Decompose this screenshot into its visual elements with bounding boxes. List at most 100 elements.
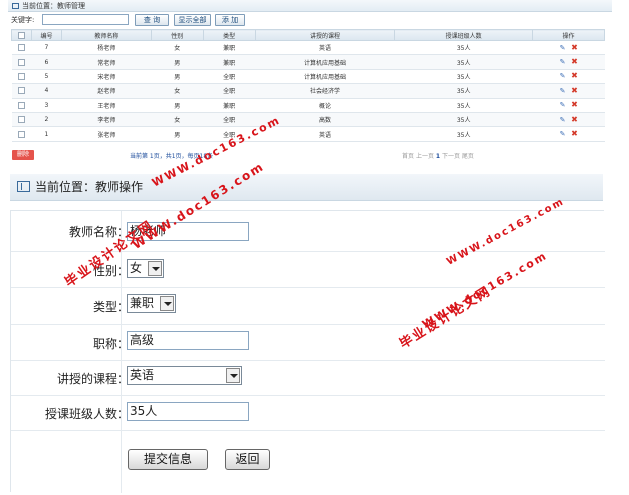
edit-pencil-icon[interactable]: ✎ [559,130,567,138]
row-select-cell [11,40,32,56]
cell-id: 7 [31,40,62,56]
cell-type: 兼职 [203,54,256,70]
cell-gender: 女 [151,83,204,99]
row-checkbox[interactable] [17,58,25,66]
pager-prev[interactable]: 上一页 [416,153,434,160]
cell-actions: ✎ ✖ [532,83,605,99]
chevron-down-icon[interactable] [148,261,162,276]
table-row: 4 赵老师女全职 社会经济学 35人 ✎ ✖ [11,83,605,99]
type-label: 类型： [92,300,129,314]
col-header: 类型 [202,29,256,41]
form-row-type: 类型： 兼职 [11,288,605,325]
cell-name: 李老师 [61,112,152,128]
row-checkbox[interactable] [17,72,25,80]
table-row: 7 杨老师女兼职 英语 35人 ✎ ✖ [11,40,605,56]
row-checkbox[interactable] [17,87,25,95]
row-checkbox[interactable] [17,101,25,109]
row-checkbox[interactable] [17,130,25,138]
cell-actions: ✎ ✖ [532,40,605,56]
type-value: 兼职 [130,296,155,310]
edit-pencil-icon[interactable]: ✎ [559,101,567,109]
teacher-table: 编号 教师名称 性别 类型 讲授的课程 授课班级人数 操作 7 杨老师女兼职 英语 3… [11,29,605,142]
cell-type: 全职 [203,83,256,99]
breadcrumb-icon [17,181,30,192]
course-label: 讲授的课程： [56,372,129,386]
row-checkbox[interactable] [17,116,25,124]
edit-pencil-icon[interactable]: ✎ [559,116,567,124]
class-count-input[interactable]: 35人 [127,402,249,421]
row-select-cell [11,54,32,70]
cell-gender: 男 [151,98,204,113]
delete-x-icon[interactable]: ✖ [571,130,579,138]
form-row-course: 讲授的课程： 英语 [11,361,605,396]
delete-x-icon[interactable]: ✖ [571,43,579,52]
row-checkbox[interactable] [17,44,25,52]
table-row: 5 宋老师男全职 计算机应用基础 35人 ✎ ✖ [11,69,605,85]
col-header: 操作 [532,29,605,41]
col-header: 讲授的课程 [254,29,396,41]
cell-gender: 女 [151,112,204,128]
cell-gender: 男 [151,54,204,70]
cell-type: 全职 [203,112,256,128]
submit-button[interactable]: 提交信息 [128,449,208,470]
course-value: 英语 [130,368,155,382]
cell-course: 计算机应用基础 [255,69,395,85]
cell-gender: 男 [151,69,204,85]
cell-count: 35人 [394,126,533,142]
gender-select[interactable]: 女 [127,259,164,278]
delete-x-icon[interactable]: ✖ [571,115,579,124]
title-input[interactable]: 高级 [127,331,249,350]
title-label: 职称： [92,337,129,351]
cell-name: 赵老师 [61,83,152,99]
table-row: 1 张老师男全职 英语 35人 ✎ ✖ [11,126,605,142]
course-select[interactable]: 英语 [127,366,242,385]
cell-gender: 男 [151,126,204,142]
col-header: 授课班级人数 [394,29,534,41]
type-select[interactable]: 兼职 [127,294,176,313]
cell-course: 概论 [255,98,395,113]
breadcrumb-text: 当前位置：教师管理 [22,2,85,10]
show-all-button[interactable]: 显示全部 [174,14,211,26]
delete-x-icon[interactable]: ✖ [571,86,579,95]
col-header: 编号 [30,29,62,41]
chevron-down-icon[interactable] [226,368,240,383]
col-header: 性别 [150,29,204,41]
delete-x-icon[interactable]: ✖ [571,58,579,66]
keyword-input[interactable] [42,14,129,25]
edit-pencil-icon[interactable]: ✎ [559,44,567,52]
table-row: 6 常老师男兼职 计算机应用基础 35人 ✎ ✖ [11,54,605,70]
back-button[interactable]: 返回 [225,449,270,470]
cell-type: 全职 [203,69,256,85]
cell-type: 兼职 [203,98,256,113]
cell-id: 5 [31,69,62,85]
cell-actions: ✎ ✖ [532,112,605,128]
edit-pencil-icon[interactable]: ✎ [559,58,567,66]
pager-next[interactable]: 下一页 [442,153,460,160]
pager-last[interactable]: 尾页 [462,153,474,160]
cell-name: 张老师 [61,126,152,142]
cell-id: 3 [31,98,62,113]
cell-id: 1 [31,126,62,142]
select-all-checkbox[interactable] [17,31,25,39]
pager-first[interactable]: 首页 [402,153,414,160]
edit-pencil-icon[interactable]: ✎ [559,87,567,95]
row-select-cell [11,112,32,128]
cell-count: 35人 [394,40,533,56]
cell-id: 4 [31,83,62,99]
delete-selected-button[interactable]: 删除 [12,150,34,160]
table-row: 3 王老师男兼职 概论 35人 ✎ ✖ [11,98,605,113]
edit-pencil-icon[interactable]: ✎ [559,72,567,80]
cell-name: 王老师 [61,98,152,113]
delete-x-icon[interactable]: ✖ [571,72,579,80]
cell-course: 英语 [255,126,395,142]
form-row-actions: 提交信息 返回 [11,431,605,492]
chevron-down-icon[interactable] [160,296,174,311]
cell-course: 英语 [255,40,395,56]
gender-value: 女 [130,261,143,275]
col-header: 教师名称 [60,29,152,41]
cell-id: 2 [31,112,62,128]
query-button[interactable]: 查 询 [135,14,169,26]
delete-x-icon[interactable]: ✖ [571,101,579,109]
add-button[interactable]: 添 加 [215,14,245,26]
cell-count: 35人 [394,112,533,128]
